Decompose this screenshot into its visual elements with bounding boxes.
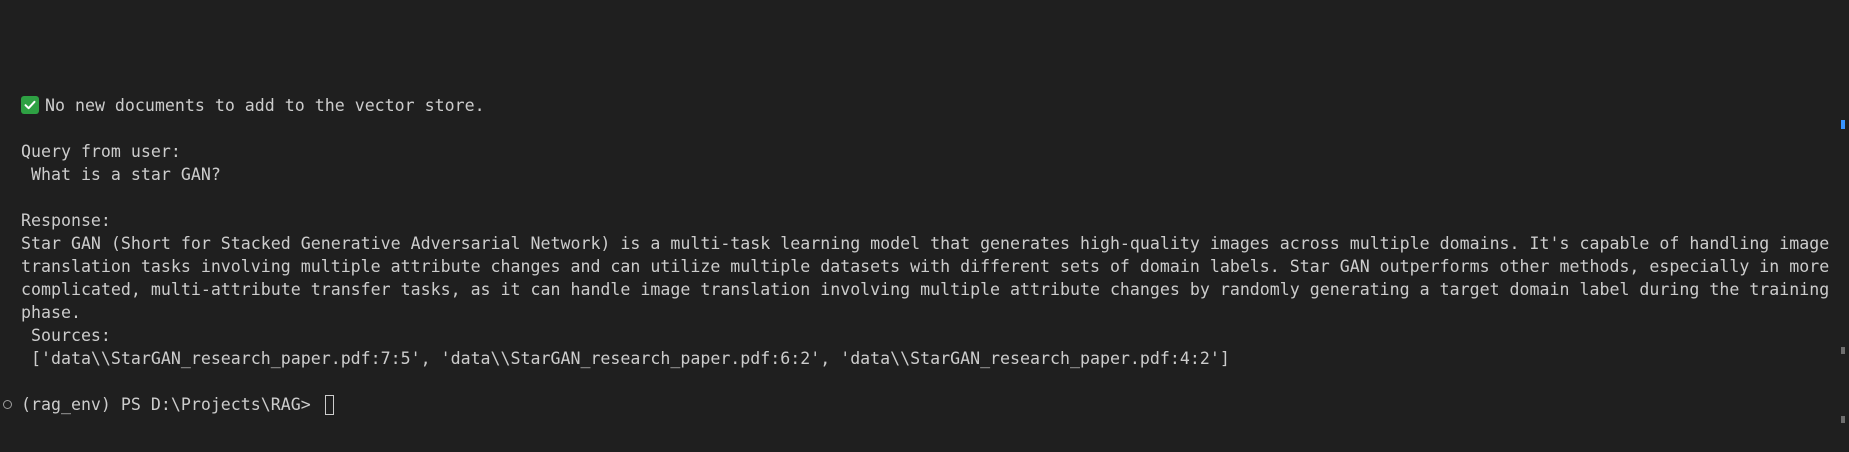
scroll-marker — [1841, 416, 1845, 423]
response-text: Star GAN (Short for Stacked Generative A… — [21, 234, 1830, 322]
prompt-line[interactable]: (rag_env) PS D:\Projects\RAG> — [21, 393, 1833, 416]
text-cursor — [324, 395, 334, 415]
circle-icon[interactable] — [3, 400, 12, 409]
prompt-text: (rag_env) PS D:\Projects\RAG> — [21, 395, 321, 414]
terminal-panel[interactable]: No new documents to add to the vector st… — [0, 0, 1849, 452]
terminal-output: No new documents to add to the vector st… — [21, 94, 1833, 416]
sources-text: ['data\\StarGAN_research_paper.pdf:7:5',… — [21, 349, 1230, 368]
status-text: No new documents to add to the vector st… — [45, 96, 485, 115]
sources-label: Sources: — [21, 326, 111, 345]
query-text: What is a star GAN? — [21, 165, 221, 184]
scroll-marker — [1841, 120, 1845, 129]
scroll-marker — [1841, 347, 1845, 354]
query-label: Query from user: — [21, 142, 181, 161]
status-line: No new documents to add to the vector st… — [21, 94, 1833, 117]
scrollbar[interactable] — [1835, 0, 1849, 452]
check-icon — [21, 96, 39, 114]
response-label: Response: — [21, 211, 111, 230]
